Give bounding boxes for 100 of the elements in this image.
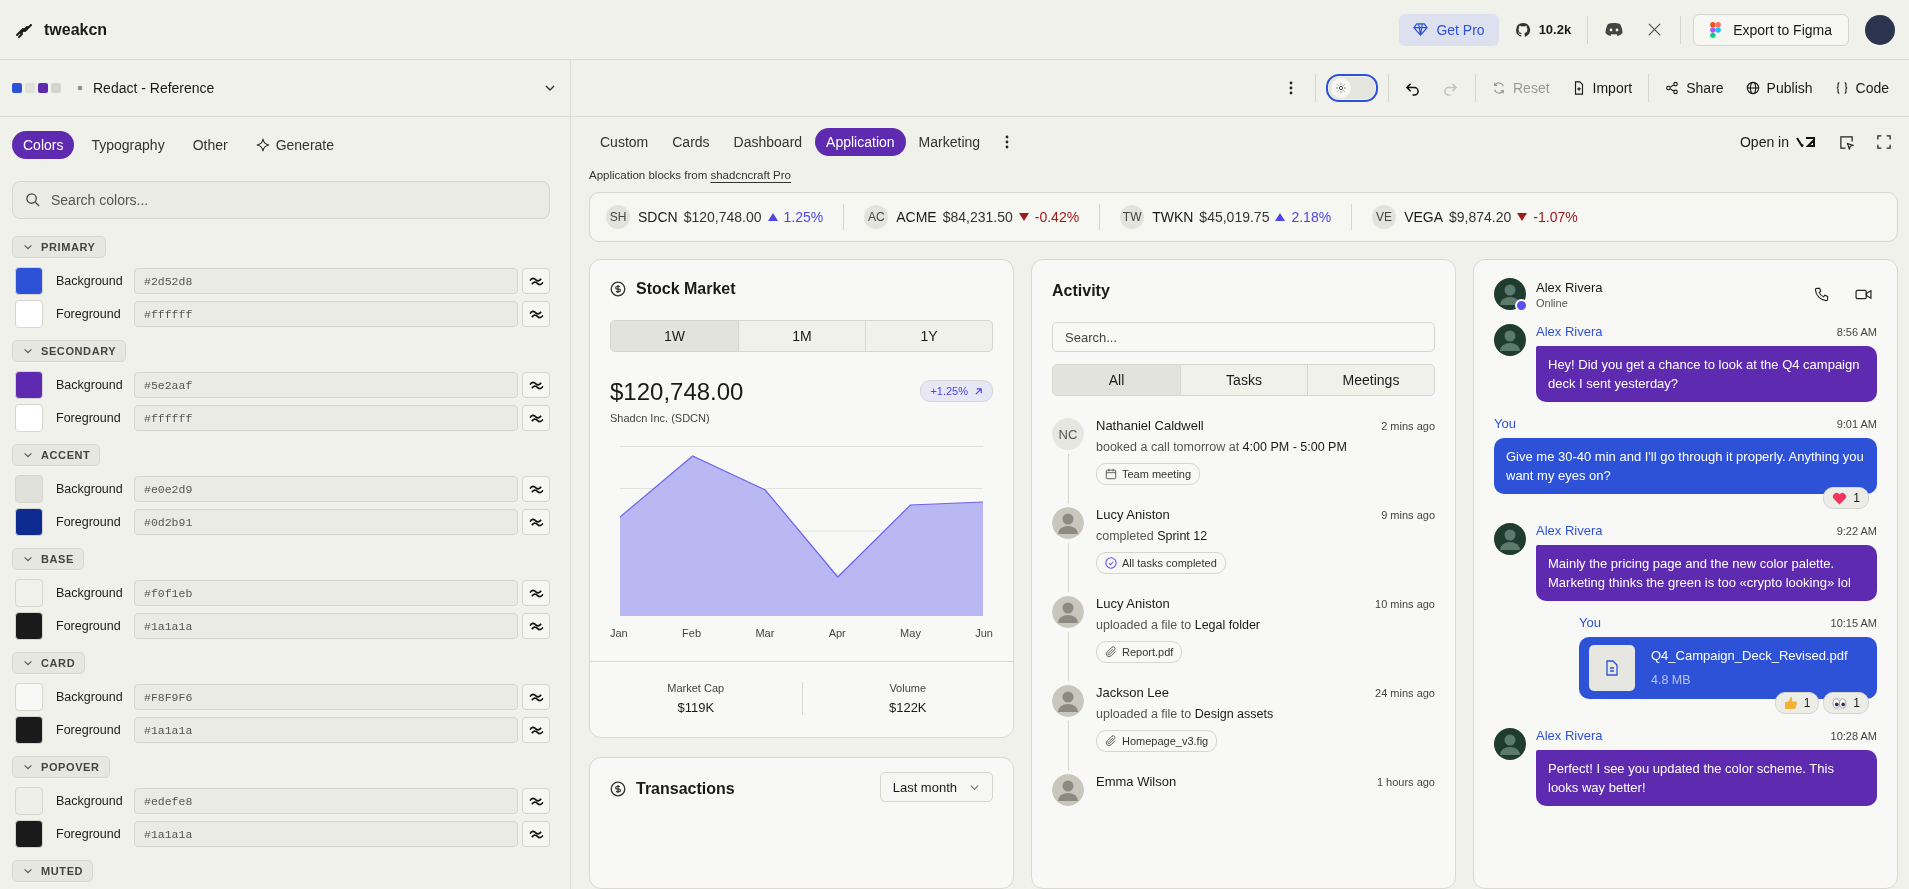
ticker-avatar: VE	[1372, 205, 1397, 229]
hex-value-field[interactable]: #0d2b91	[134, 509, 518, 535]
wave-button[interactable]	[522, 509, 550, 535]
person-avatar-icon	[1494, 324, 1526, 356]
github-stars-button[interactable]: 10.2k	[1510, 14, 1576, 45]
import-button[interactable]: Import	[1565, 73, 1639, 103]
search-icon	[25, 192, 40, 207]
theme-toggle[interactable]	[1326, 74, 1378, 102]
hex-value-field[interactable]: #f0f1eb	[134, 580, 518, 606]
color-group-header[interactable]: ACCENT	[12, 444, 101, 466]
hex-value-field[interactable]: #e0e2d9	[134, 476, 518, 502]
wave-button[interactable]	[522, 821, 550, 847]
color-swatch[interactable]	[15, 612, 43, 640]
sparkle-icon	[255, 138, 270, 152]
wave-button[interactable]	[522, 788, 550, 814]
hex-value-field[interactable]: #2d52d8	[134, 268, 518, 294]
export-button[interactable]: Export to Figma	[1693, 13, 1849, 46]
filter-tab[interactable]: All	[1053, 365, 1180, 395]
file-message[interactable]: Q4_Campaign_Deck_Revised.pdf 4.8 MB	[1579, 637, 1877, 699]
preview-tab[interactable]: Marketing	[907, 128, 992, 156]
wave-button[interactable]	[522, 372, 550, 398]
reaction-chip[interactable]: 1	[1823, 692, 1869, 714]
calendar-icon	[1105, 468, 1117, 480]
source-link[interactable]: shadcncraft Pro	[710, 169, 791, 181]
color-swatch[interactable]	[15, 404, 43, 432]
range-tab[interactable]: 1Y	[865, 321, 992, 351]
color-swatch[interactable]	[15, 787, 43, 815]
activity-search-field[interactable]: Search...	[1052, 322, 1435, 352]
ticker-change: -0.42%	[1034, 209, 1080, 225]
color-swatch[interactable]	[15, 579, 43, 607]
color-swatch[interactable]	[15, 683, 43, 711]
card-title: Stock Market	[636, 280, 736, 298]
hex-value-field[interactable]: #ffffff	[134, 301, 518, 327]
wave-button[interactable]	[522, 405, 550, 431]
editor-tab[interactable]: Other	[181, 131, 239, 159]
theme-preset-selector[interactable]: Redact - Reference	[0, 60, 570, 117]
token-label: Foreground	[56, 723, 122, 737]
contact-status: Online	[1536, 296, 1569, 309]
color-group-header[interactable]: BASE	[12, 548, 84, 570]
color-group-header[interactable]: PRIMARY	[12, 236, 106, 258]
color-group-header[interactable]: CARD	[12, 652, 86, 674]
user-avatar[interactable]	[1865, 14, 1895, 45]
card-title: Transactions	[636, 780, 735, 798]
hex-value-field[interactable]: #1a1a1a	[134, 717, 518, 743]
v0-logo-icon	[1796, 137, 1816, 147]
ticker-change: 2.18%	[1291, 209, 1332, 225]
wave-button[interactable]	[522, 613, 550, 639]
wave-button[interactable]	[522, 580, 550, 606]
preview-tab[interactable]: Application	[815, 128, 906, 156]
color-swatch[interactable]	[15, 820, 43, 848]
wave-button[interactable]	[522, 684, 550, 710]
filter-tab[interactable]: Meetings	[1307, 365, 1434, 395]
triangle-up-icon	[767, 213, 778, 221]
code-button[interactable]: Code	[1828, 73, 1895, 103]
share-button[interactable]: Share	[1659, 73, 1730, 103]
color-swatch[interactable]	[15, 475, 43, 503]
publish-button[interactable]: Publish	[1739, 73, 1819, 103]
color-swatch[interactable]	[15, 508, 43, 536]
period-select[interactable]: Last month	[879, 772, 993, 802]
get-pro-button[interactable]: Get Pro	[1399, 13, 1499, 46]
range-tab[interactable]: 1M	[738, 321, 865, 351]
preview-tab[interactable]: Dashboard	[722, 128, 814, 156]
file-size: 4.8 MB	[1651, 672, 1692, 689]
hex-value-field[interactable]: #ffffff	[134, 405, 518, 431]
open-in-button[interactable]: Open in	[1733, 127, 1822, 157]
token-label: Background	[56, 690, 124, 704]
wave-button[interactable]	[522, 476, 550, 502]
hex-value-field[interactable]: #1a1a1a	[134, 613, 518, 639]
range-tab[interactable]: 1W	[611, 321, 738, 351]
filter-tab[interactable]: Tasks	[1180, 365, 1307, 395]
hex-value-field[interactable]: #edefe8	[134, 788, 518, 814]
preview-tab[interactable]: Cards	[661, 128, 721, 156]
hex-value-field[interactable]: #5e2aaf	[134, 372, 518, 398]
editor-tab[interactable]: Generate	[244, 131, 346, 159]
hex-value-field[interactable]: #1a1a1a	[134, 821, 518, 847]
dot-icon	[77, 85, 83, 91]
color-group-header[interactable]: MUTED	[12, 860, 94, 882]
wave-button[interactable]	[522, 717, 550, 743]
editor-tab[interactable]: Colors	[12, 131, 75, 159]
x-mark-icon	[1646, 22, 1662, 37]
ticker-symbol: SDCN	[638, 209, 678, 225]
reaction-chip[interactable]: 1	[1823, 487, 1869, 509]
color-group-header[interactable]: SECONDARY	[12, 340, 127, 362]
preview-tab[interactable]: Custom	[589, 128, 660, 156]
token-label: Foreground	[56, 619, 122, 633]
color-search-field[interactable]: Search colors...	[12, 181, 550, 219]
color-swatch[interactable]	[15, 371, 43, 399]
file-thumbnail	[1589, 645, 1635, 691]
color-swatch[interactable]	[15, 716, 43, 744]
wave-button[interactable]	[522, 301, 550, 327]
color-swatch[interactable]	[15, 267, 43, 295]
hex-value-field[interactable]: #F8F9F6	[134, 684, 518, 710]
color-group-header[interactable]: POPOVER	[12, 756, 110, 778]
editor-tab[interactable]: Typography	[80, 131, 176, 159]
reaction-chip[interactable]: 1	[1774, 692, 1820, 714]
token-label: Foreground	[56, 827, 122, 841]
time-ago: 1 hours ago	[1376, 776, 1435, 788]
wave-button[interactable]	[522, 268, 550, 294]
color-swatch[interactable]	[15, 300, 43, 328]
message-bubble: Perfect! I see you updated the color scheme. This looks way better!	[1536, 750, 1877, 806]
